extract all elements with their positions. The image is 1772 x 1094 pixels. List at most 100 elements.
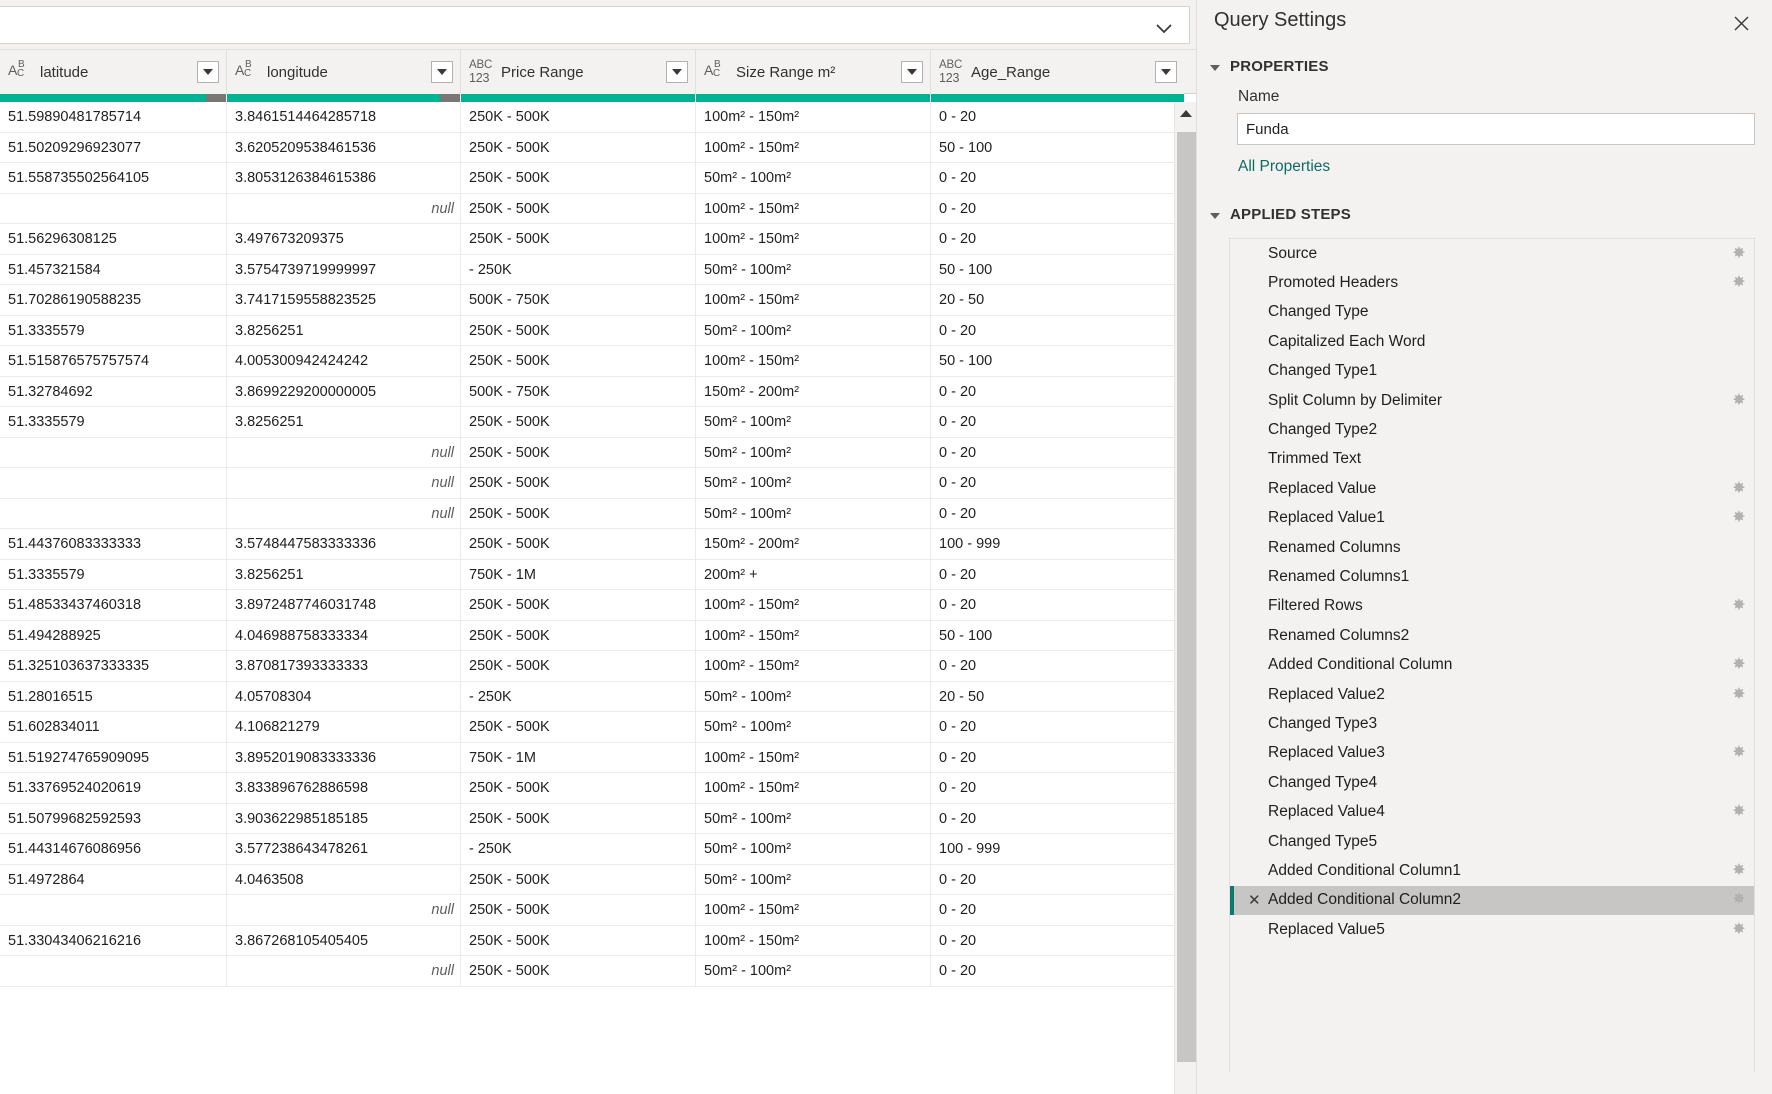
table-cell[interactable]	[0, 468, 227, 499]
table-cell[interactable]: 100 - 999	[931, 529, 1174, 560]
applied-step-item[interactable]: ✕Source✸	[1230, 239, 1754, 268]
table-cell[interactable]: 3.8699229200000005	[227, 376, 461, 407]
table-row[interactable]: 51.325103637333335 3.870817393333333 250K …	[0, 651, 1174, 682]
table-row[interactable]: 51.3335579 3.8256251 250K - 500K 50m² - 100…	[0, 407, 1174, 438]
table-cell[interactable]: 3.8256251	[227, 315, 461, 346]
table-cell[interactable]: 0 - 20	[931, 560, 1174, 591]
table-cell[interactable]: 4.0463508	[227, 864, 461, 895]
applied-step-item[interactable]: ✕Filtered Rows✸	[1230, 592, 1754, 621]
table-cell[interactable]: 3.867268105405405	[227, 925, 461, 956]
gear-icon[interactable]: ✸	[1724, 275, 1754, 291]
table-cell[interactable]: 100m² - 150m²	[696, 651, 931, 682]
close-icon[interactable]	[1728, 10, 1754, 36]
applied-step-item[interactable]: ✕Added Conditional Column✸	[1230, 650, 1754, 679]
table-row[interactable]: 51.33043406216216 3.867268105405405 250K -…	[0, 925, 1174, 956]
table-cell[interactable]: 50m² - 100m²	[696, 803, 931, 834]
table-cell[interactable]: 50m² - 100m²	[696, 315, 931, 346]
gear-icon[interactable]: ✸	[1724, 892, 1754, 908]
gear-icon[interactable]: ✸	[1724, 745, 1754, 761]
applied-step-item[interactable]: ✕Added Conditional Column1✸	[1230, 856, 1754, 885]
table-cell[interactable]: 3.5748447583333336	[227, 529, 461, 560]
applied-step-item[interactable]: ✕Changed Type3✸	[1230, 709, 1754, 738]
column-header-latitude[interactable]: ABC latitude	[0, 50, 227, 94]
column-quality-bar[interactable]	[696, 94, 931, 102]
table-cell[interactable]: 250K - 500K	[461, 193, 696, 224]
gear-icon[interactable]: ✸	[1724, 598, 1754, 614]
table-row[interactable]: 51.44376083333333 3.5748447583333336 250K …	[0, 529, 1174, 560]
table-cell[interactable]: 0 - 20	[931, 590, 1174, 621]
table-cell[interactable]: 50m² - 100m²	[696, 163, 931, 194]
table-row[interactable]: 51.48533437460318 3.8972487746031748 250K …	[0, 590, 1174, 621]
table-cell[interactable]: 150m² - 200m²	[696, 529, 931, 560]
applied-step-item[interactable]: ✕Changed Type4✸	[1230, 768, 1754, 797]
table-cell[interactable]: 500K - 750K	[461, 285, 696, 316]
table-cell[interactable]: 3.497673209375	[227, 224, 461, 255]
table-cell[interactable]: 50 - 100	[931, 621, 1174, 652]
table-cell[interactable]: 3.8972487746031748	[227, 590, 461, 621]
column-quality-bar[interactable]	[227, 94, 461, 102]
table-row[interactable]: 51.56296308125 3.497673209375 250K - 500K 1…	[0, 224, 1174, 255]
table-row[interactable]: 51.558735502564105 3.8053126384615386 250K…	[0, 163, 1174, 194]
table-cell[interactable]	[0, 895, 227, 926]
table-cell[interactable]: 250K - 500K	[461, 651, 696, 682]
table-cell[interactable]: 50 - 100	[931, 255, 1174, 286]
table-cell[interactable]: 3.8461514464285718	[227, 102, 461, 133]
table-cell[interactable]: 3.833896762886598	[227, 773, 461, 804]
table-cell[interactable]: 50m² - 100m²	[696, 834, 931, 865]
table-cell[interactable]: 250K - 500K	[461, 468, 696, 499]
applied-step-item[interactable]: ✕Capitalized Each Word✸	[1230, 327, 1754, 356]
applied-step-item[interactable]: ✕Replaced Value✸	[1230, 474, 1754, 503]
gear-icon[interactable]: ✸	[1724, 804, 1754, 820]
table-row[interactable]: 51.3335579 3.8256251 750K - 1M 200m² +0 - 2…	[0, 559, 1174, 591]
column-header-size-range[interactable]: ABC Size Range m²	[696, 50, 931, 94]
table-cell[interactable]: 100m² - 150m²	[696, 742, 931, 773]
applied-step-item[interactable]: ✕Promoted Headers✸	[1230, 268, 1754, 297]
table-cell[interactable]: 250K - 500K	[461, 102, 696, 133]
applied-step-item[interactable]: ✕Replaced Value5✸	[1230, 915, 1754, 944]
table-cell[interactable]: 51.3335579	[0, 407, 227, 438]
table-row[interactable]: 51.70286190588235 3.7417159558823525 500K …	[0, 285, 1174, 316]
table-cell[interactable]: 0 - 20	[931, 407, 1174, 438]
table-cell-null[interactable]: null	[227, 437, 461, 468]
table-cell[interactable]: 250K - 500K	[461, 956, 696, 987]
table-cell[interactable]: 250K - 500K	[461, 620, 696, 651]
gear-icon[interactable]: ✸	[1724, 510, 1754, 526]
table-cell[interactable]: 100m² - 150m²	[696, 132, 931, 163]
table-cell[interactable]: 100m² - 150m²	[696, 773, 931, 804]
table-cell[interactable]: 250K - 500K	[461, 712, 696, 743]
table-cell[interactable]: 50m² - 100m²	[696, 498, 931, 529]
applied-step-item[interactable]: ✕Renamed Columns✸	[1230, 533, 1754, 562]
table-cell[interactable]: 51.515876575757574	[0, 346, 227, 377]
table-cell[interactable]: 100 - 999	[931, 834, 1174, 865]
applied-step-item[interactable]: ✕Renamed Columns1✸	[1230, 562, 1754, 591]
table-cell[interactable]: 0 - 20	[931, 804, 1174, 835]
table-cell[interactable]: 51.3335579	[0, 559, 227, 590]
table-cell[interactable]: 51.558735502564105	[0, 163, 227, 194]
table-cell[interactable]: 50m² - 100m²	[696, 254, 931, 285]
table-row[interactable]: 51.28016515 4.05708304- 250K 50m² - 100m² 2…	[0, 681, 1174, 712]
properties-section-header[interactable]: PROPERTIES	[1210, 58, 1329, 75]
applied-step-item[interactable]: ✕Replaced Value1✸	[1230, 504, 1754, 533]
table-cell[interactable]: 100m² - 150m²	[696, 925, 931, 956]
table-row[interactable]: 51.519274765909095 3.8952019083333336 750K…	[0, 742, 1174, 773]
table-cell[interactable]: 4.046988758333334	[227, 620, 461, 651]
column-filter-price-range[interactable]	[666, 61, 688, 83]
applied-step-item[interactable]: ✕Changed Type1✸	[1230, 357, 1754, 386]
table-cell[interactable]: 250K - 500K	[461, 773, 696, 804]
table-cell[interactable]: - 250K	[461, 834, 696, 865]
table-cell[interactable]: 50m² - 100m²	[696, 437, 931, 468]
table-row[interactable]: null 250K - 500K 100m² - 150m² 0 - 20	[0, 895, 1174, 926]
table-row[interactable]: 51.32784692 3.8699229200000005 500K - 750K…	[0, 376, 1174, 407]
table-cell[interactable]: 0 - 20	[931, 316, 1174, 347]
table-cell-null[interactable]: null	[227, 895, 461, 926]
gear-icon[interactable]: ✸	[1724, 392, 1754, 409]
table-cell-null[interactable]: null	[227, 498, 461, 529]
table-cell[interactable]: 4.05708304	[227, 681, 461, 712]
table-cell[interactable]	[0, 193, 227, 224]
gear-icon[interactable]: ✸	[1724, 657, 1754, 673]
table-row[interactable]: null 250K - 500K 50m² - 100m² 0 - 20	[0, 437, 1174, 468]
table-cell[interactable]: 250K - 500K	[461, 437, 696, 468]
table-cell[interactable]: 51.519274765909095	[0, 742, 227, 773]
table-row[interactable]: null 250K - 500K 50m² - 100m² 0 - 20	[0, 468, 1174, 499]
table-row[interactable]: null 250K - 500K 100m² - 150m² 0 - 20	[0, 193, 1174, 224]
